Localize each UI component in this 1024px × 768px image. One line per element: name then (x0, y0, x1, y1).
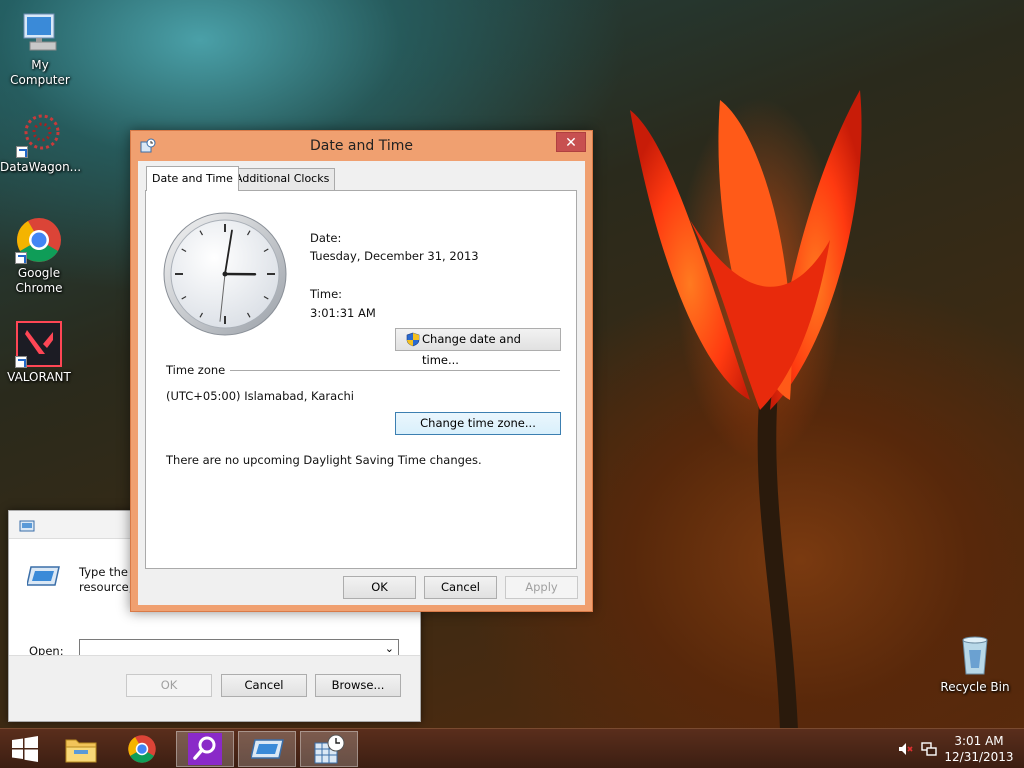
run-browse-button[interactable]: Browse... (315, 674, 401, 697)
desktop-icon-valorant[interactable]: VALORANT (0, 320, 79, 385)
tray-date[interactable]: 12/31/2013 (944, 750, 1014, 764)
close-button[interactable]: ✕ (556, 132, 586, 152)
date-time-title: Date and Time (310, 138, 413, 154)
taskbar: 3:01 AM 12/31/2013 (0, 728, 1024, 768)
time-value: 3:01:31 AM (310, 306, 376, 320)
change-time-zone-button[interactable]: Change time zone... (395, 412, 561, 435)
time-label: Time: (310, 287, 343, 301)
tray-time[interactable]: 3:01 AM (944, 734, 1014, 748)
timezone-header: Time zone (166, 363, 226, 377)
desktop-icon-my-computer[interactable]: My Computer (0, 8, 80, 88)
run-footer: OK Cancel Browse... (9, 655, 420, 721)
recycle-bin-icon (951, 630, 999, 678)
ok-button[interactable]: OK (343, 576, 416, 599)
date-time-dialog: Date and Time ✕ Date and Time Additional… (130, 130, 593, 612)
desktop-icon-datawagon[interactable]: DataWagon... (0, 110, 82, 175)
run-cancel-button[interactable]: Cancel (221, 674, 307, 697)
date-label: Date: (310, 231, 342, 245)
desktop-icon-label: My Computer (10, 58, 70, 87)
file-explorer-icon (65, 739, 97, 763)
wallpaper-tulip (630, 90, 862, 730)
desktop-icon-label: VALORANT (7, 370, 71, 384)
run-icon (19, 520, 35, 532)
uac-shield-icon (406, 332, 420, 347)
shortcut-arrow-icon (15, 356, 27, 368)
start-icon (12, 736, 38, 762)
start-button[interactable] (0, 731, 50, 767)
tab-additional-clocks[interactable]: Additional Clocks (229, 168, 336, 190)
valorant-icon (15, 320, 63, 368)
desktop-icon-label: Recycle Bin (940, 680, 1010, 694)
close-icon: ✕ (565, 135, 577, 151)
desktop-icon-label: Google Chrome (15, 266, 63, 295)
desktop-icon-recycle-bin[interactable]: Recycle Bin (935, 630, 1015, 695)
date-value: Tuesday, December 31, 2013 (310, 249, 479, 263)
tab-date-and-time[interactable]: Date and Time (146, 166, 239, 191)
taskbar-chrome[interactable] (114, 731, 172, 767)
taskbar-search-app[interactable] (176, 731, 234, 767)
search-app-icon (188, 733, 222, 765)
datetime-icon (140, 138, 156, 153)
cancel-button[interactable]: Cancel (424, 576, 497, 599)
analog-clock (163, 212, 287, 336)
shortcut-arrow-icon (16, 146, 28, 158)
date-time-title-bar[interactable]: Date and Time ✕ (131, 131, 592, 161)
chrome-icon (128, 735, 156, 763)
shortcut-arrow-icon (15, 252, 27, 264)
taskbar-date-and-time[interactable] (300, 731, 358, 767)
timezone-divider (230, 370, 560, 371)
chevron-down-icon[interactable]: ⌄ (385, 642, 394, 655)
taskbar-run[interactable] (238, 731, 296, 767)
desktop-icon-chrome[interactable]: Google Chrome (0, 216, 79, 296)
apply-button[interactable]: Apply (505, 576, 578, 599)
computer-icon (16, 8, 64, 56)
datetime-icon (314, 734, 345, 764)
chrome-icon (15, 216, 63, 264)
dst-message: There are no upcoming Daylight Saving Ti… (166, 453, 482, 467)
run-icon (251, 739, 284, 759)
date-time-client-area: Date and Time Additional Clocks Date: Tu… (138, 161, 585, 605)
timezone-value: (UTC+05:00) Islamabad, Karachi (166, 389, 355, 403)
volume-muted-icon[interactable] (898, 741, 914, 757)
change-date-and-time-button[interactable]: Change date and time... (395, 328, 561, 367)
taskbar-file-explorer[interactable] (52, 731, 110, 767)
network-icon[interactable] (921, 741, 937, 757)
run-ok-button[interactable]: OK (126, 674, 212, 697)
date-time-panel: Date: Tuesday, December 31, 2013 Time: 3… (145, 190, 577, 569)
datawagon-icon (16, 110, 64, 158)
change-date-and-time-label: Change date and time... (422, 332, 521, 367)
desktop-icon-label: DataWagon... (0, 160, 82, 174)
run-program-icon (27, 566, 60, 586)
